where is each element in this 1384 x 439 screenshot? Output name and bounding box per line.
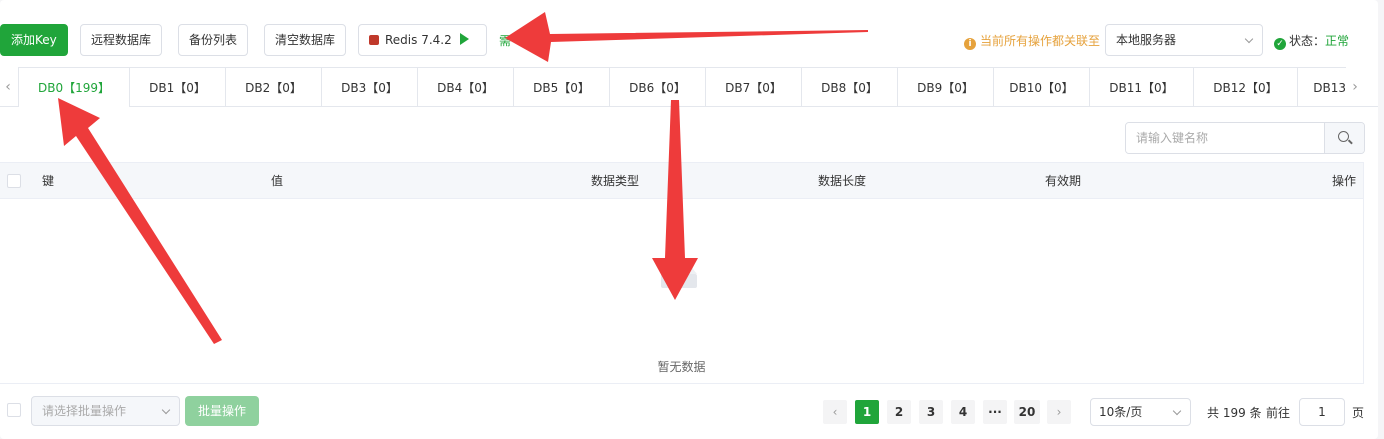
column-ttl: 有效期 [1045, 174, 1082, 188]
table-footer: 请选择批量操作 批量操作 ‹ 1 2 3 4 ··· 20 › 10条/页 共 … [0, 396, 1378, 426]
empty-text: 暂无数据 [657, 360, 706, 374]
tab-db7[interactable]: DB7【0】 [706, 67, 802, 107]
column-data-type: 数据类型 [591, 174, 640, 188]
status-label: 状态： [1289, 34, 1326, 48]
tab-db9[interactable]: DB9【0】 [898, 67, 994, 107]
backup-list-button[interactable]: 备份列表 [178, 24, 249, 56]
goto-label: 前往 [1266, 406, 1291, 420]
next-page-icon[interactable]: › [1047, 400, 1071, 424]
table-header: 键 值 数据类型 数据长度 有效期 操作 [0, 163, 1363, 199]
batch-select-placeholder: 请选择批量操作 [42, 404, 127, 418]
page-1[interactable]: 1 [855, 400, 879, 424]
column-key: 键 [42, 174, 55, 188]
tab-db0[interactable]: DB0【199】 [18, 67, 130, 107]
clear-db-button[interactable]: 清空数据库 [264, 24, 347, 56]
column-value: 值 [271, 174, 284, 188]
page-3[interactable]: 3 [919, 400, 943, 424]
partial-hidden-text: 需 [499, 34, 512, 48]
operation-notice: i 当前所有操作都关联至 [964, 32, 1100, 50]
search-icon [1338, 131, 1349, 142]
batch-operation-button[interactable]: 批量操作 [185, 396, 259, 426]
column-actions: 操作 [1332, 174, 1357, 188]
page-2[interactable]: 2 [887, 400, 911, 424]
prev-page-icon[interactable]: ‹ [823, 400, 847, 424]
select-all-checkbox[interactable] [7, 174, 21, 188]
key-search [1125, 122, 1365, 154]
server-select-value: 本地服务器 [1116, 33, 1177, 47]
remote-db-button[interactable]: 远程数据库 [80, 24, 163, 56]
batch-operation-select[interactable]: 请选择批量操作 [31, 396, 180, 426]
page-4[interactable]: 4 [951, 400, 975, 424]
db-tabs: ‹ DB0【199】 DB1【0】 DB2【0】 DB3【0】 DB4【0】 DB5【0】… [0, 67, 1378, 107]
tab-db1[interactable]: DB1【0】 [130, 67, 226, 107]
tab-db6[interactable]: DB6【0】 [610, 67, 706, 107]
chevron-down-icon [1172, 406, 1182, 416]
search-button[interactable] [1324, 123, 1364, 153]
tab-db8[interactable]: DB8【0】 [802, 67, 898, 107]
status-value: 正常 [1325, 34, 1350, 48]
check-circle-icon: ✓ [1274, 38, 1286, 50]
tab-db11[interactable]: DB11【0】 [1090, 67, 1194, 107]
tab-db4[interactable]: DB4【0】 [418, 67, 514, 107]
empty-box-icon [661, 264, 697, 288]
notice-text: 当前所有操作都关联至 [980, 34, 1101, 48]
tab-db10[interactable]: DB10【0】 [994, 67, 1090, 107]
tab-scroll-right-icon[interactable]: › [1347, 67, 1363, 107]
redis-version-label: Redis 7.4.2 [385, 33, 452, 47]
total-count: 共 199 条 [1207, 406, 1262, 420]
column-data-length: 数据长度 [818, 174, 867, 188]
chevron-down-icon [1244, 34, 1254, 44]
redis-icon [369, 35, 379, 45]
tab-db13[interactable]: DB13【0】 [1298, 67, 1346, 107]
page-size-select[interactable]: 10条/页 [1090, 398, 1191, 426]
redis-version-button[interactable]: Redis 7.4.2 [358, 24, 487, 56]
tab-db12[interactable]: DB12【0】 [1194, 67, 1298, 107]
add-key-button[interactable]: 添加Key [0, 24, 68, 56]
tab-strip: DB0【199】 DB1【0】 DB2【0】 DB3【0】 DB4【0】 DB5【0】 DB… [18, 67, 1346, 107]
tab-scroll-left-icon[interactable]: ‹ [0, 67, 16, 107]
footer-select-checkbox[interactable] [7, 403, 21, 417]
chevron-down-icon [161, 405, 171, 415]
search-input[interactable] [1126, 123, 1326, 153]
goto-page-input[interactable]: 1 [1299, 398, 1345, 426]
tab-db2[interactable]: DB2【0】 [226, 67, 322, 107]
page-ellipsis[interactable]: ··· [983, 400, 1007, 424]
info-icon: i [964, 38, 976, 50]
tab-db5[interactable]: DB5【0】 [514, 67, 610, 107]
redis-manager-panel: 添加Key 远程数据库 备份列表 清空数据库 Redis 7.4.2 需 i 当前… [0, 0, 1378, 439]
tab-db3[interactable]: DB3【0】 [322, 67, 418, 107]
server-select[interactable]: 本地服务器 [1105, 24, 1263, 56]
status-indicator: ✓ 状态：正常 [1274, 32, 1349, 50]
page-unit-label: 页 [1352, 406, 1365, 420]
toolbar: 添加Key 远程数据库 备份列表 清空数据库 Redis 7.4.2 需 i 当前… [0, 24, 1378, 56]
play-icon [459, 33, 469, 45]
page-size-value: 10条/页 [1099, 405, 1143, 419]
page-20[interactable]: 20 [1014, 400, 1040, 424]
